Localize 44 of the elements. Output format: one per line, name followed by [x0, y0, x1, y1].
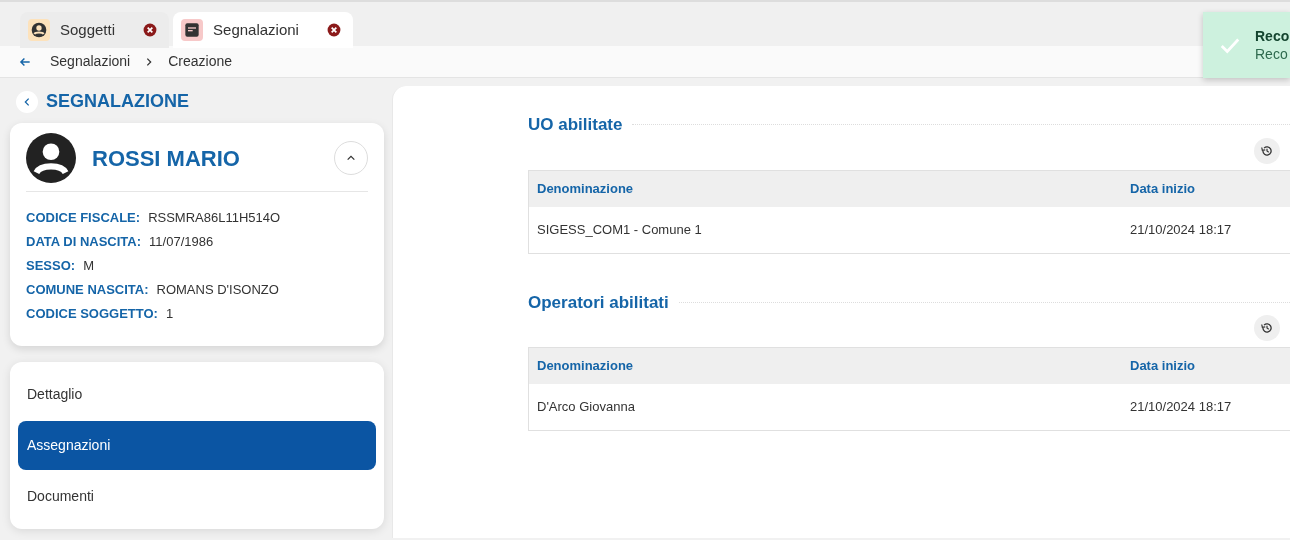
table-cell-text: SIGESS_COM1 - Comune 1 [536, 220, 703, 239]
close-icon [326, 23, 341, 37]
field-value: M [83, 257, 94, 275]
field-label: DATA DI NASCITA: [26, 233, 142, 251]
history-button[interactable] [1254, 137, 1280, 164]
column-header: Data inizio [1130, 357, 1196, 376]
section-heading: Operatori abilitati [528, 291, 669, 314]
history-icon [1260, 143, 1274, 158]
field-value: RSSMRA86L11H514O [148, 209, 281, 227]
field-label: CODICE FISCALE: [26, 209, 141, 227]
section-title: SEGNALAZIONE [46, 90, 189, 113]
collapse-button[interactable] [16, 90, 38, 113]
history-icon [1260, 321, 1274, 335]
toast-message: Reco [1255, 45, 1289, 64]
user-avatar-icon [26, 133, 76, 183]
chevron-left-icon [22, 96, 32, 107]
person-icon [31, 22, 47, 38]
app-tab[interactable]: Segnalazioni [173, 12, 353, 48]
field-value: 11/07/1986 [149, 233, 214, 251]
table-cell-text: 21/10/2024 18:17 [1130, 398, 1233, 417]
section-heading: UO abilitate [528, 114, 623, 136]
breadcrumb-item[interactable]: Creazione [168, 51, 232, 72]
column-header: Data inizio [1130, 179, 1196, 198]
menu-item[interactable]: Dettaglio [18, 370, 376, 419]
chevron-icon [346, 153, 356, 163]
menu-item[interactable]: Assegnazioni [18, 421, 376, 470]
table-cell-text: 21/10/2024 18:17 [1130, 220, 1233, 239]
subject-name: ROSSI MARIO [92, 144, 241, 173]
note-icon [184, 22, 201, 38]
field-value: ROMANS D'ISONZO [156, 281, 279, 299]
field-label: COMUNE NASCITA: [26, 281, 149, 299]
field-label: SESSO: [26, 257, 76, 275]
table-cell-text: D'Arco Giovanna [536, 398, 636, 417]
expand-toggle-button[interactable] [334, 141, 368, 175]
close-icon [143, 23, 158, 37]
field-value: 1 [165, 305, 174, 323]
breadcrumb-item[interactable]: Segnalazioni [50, 51, 131, 72]
toast-title: Reco [1255, 26, 1290, 45]
column-header: Denominazione [536, 357, 635, 376]
field-label: CODICE SOGGETTO: [26, 305, 158, 323]
history-button[interactable] [1254, 315, 1280, 341]
menu-item[interactable]: Documenti [18, 472, 376, 521]
column-header: Denominazione [536, 179, 635, 198]
app-tab[interactable]: Soggetti [20, 12, 170, 48]
